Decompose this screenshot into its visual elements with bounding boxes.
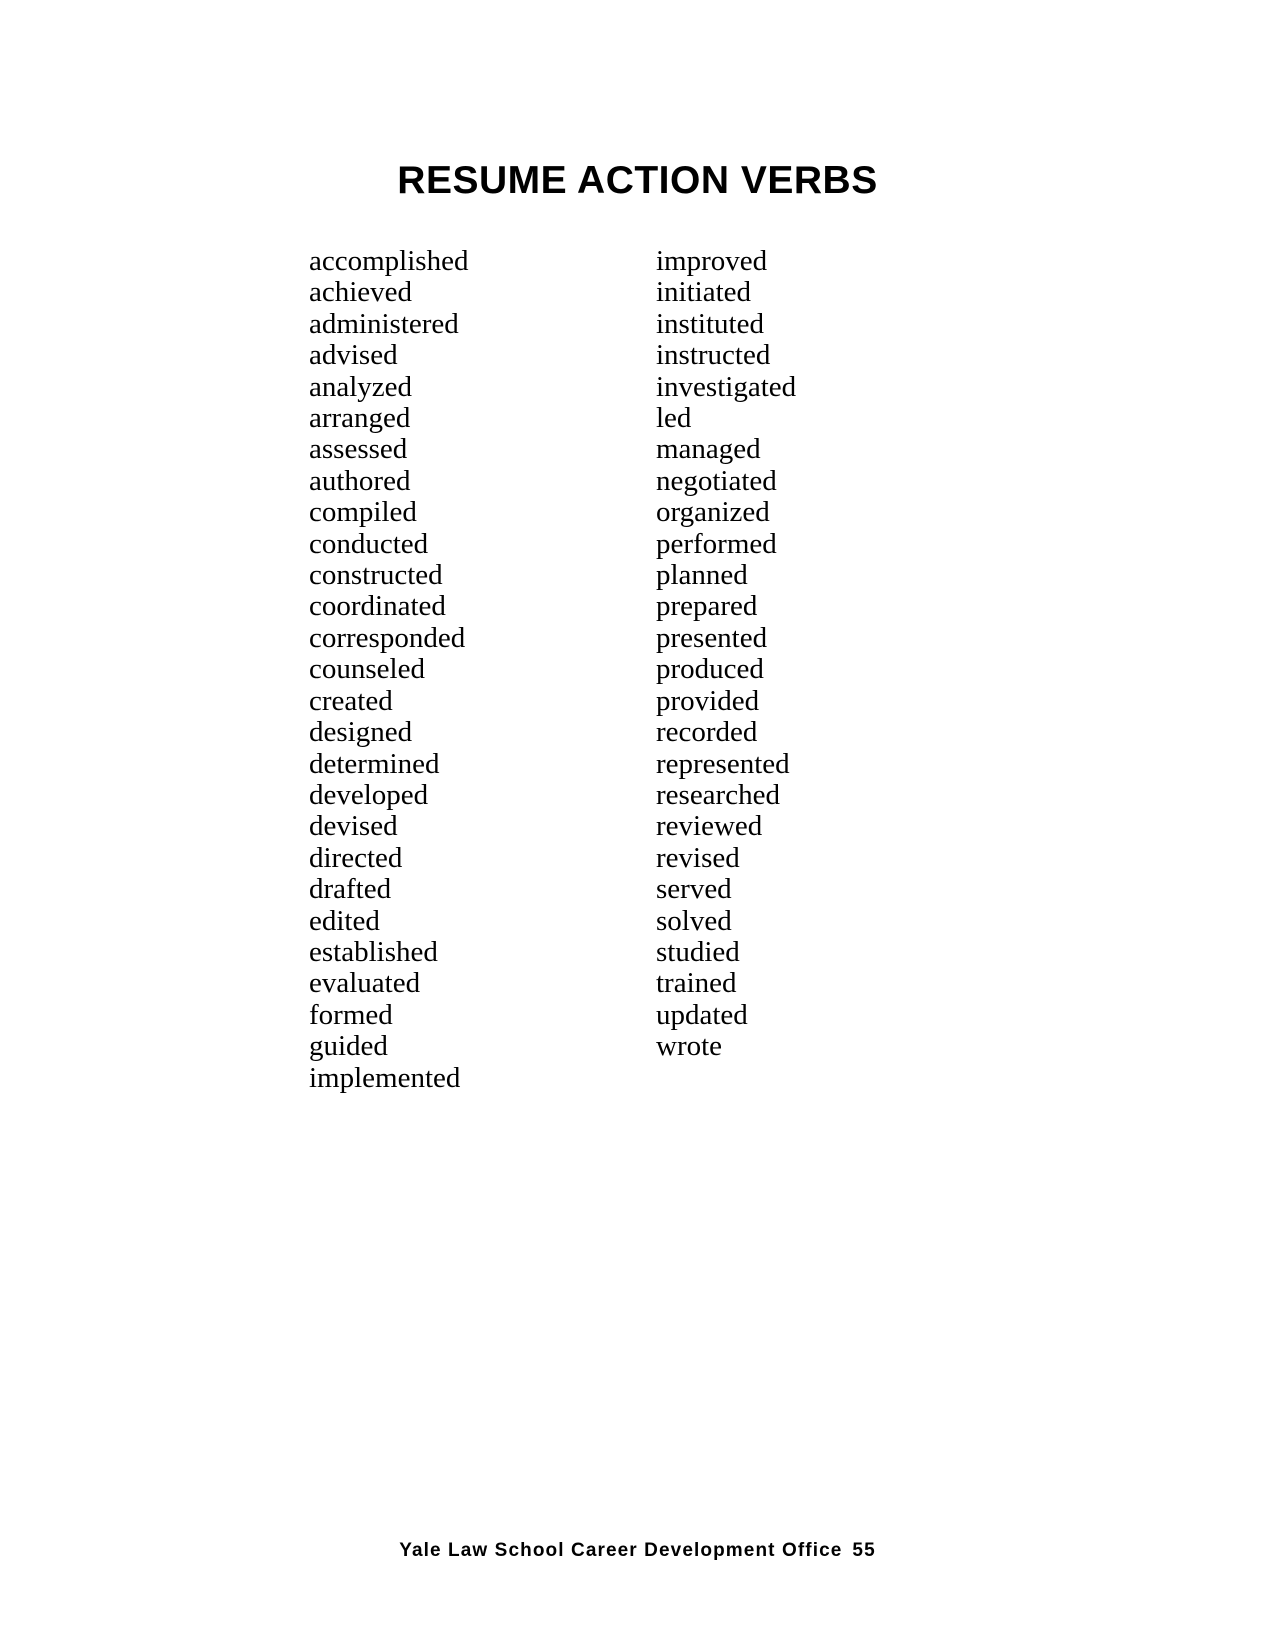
verb-item: revised [656, 841, 740, 874]
verb-item: developed [309, 778, 429, 811]
verb-item: created [309, 684, 393, 717]
verb-item: guided [309, 1030, 388, 1063]
verb-item: drafted [309, 873, 392, 906]
verb-item: compiled [309, 496, 417, 529]
verb-item: provided [656, 684, 760, 717]
verb-item: administered [309, 307, 459, 340]
verb-item: represented [656, 747, 790, 780]
verb-item: studied [656, 935, 740, 968]
footer-organization: Yale Law School Career Development Offic… [399, 1540, 843, 1561]
verb-item: presented [656, 621, 768, 654]
verbs-column-left: accomplished achieved administered advised a… [309, 245, 656, 1094]
verb-item: conducted [309, 527, 429, 560]
verb-item: reviewed [656, 810, 763, 843]
verb-item: accomplished [309, 245, 469, 277]
footer-page-number: 55 [852, 1540, 876, 1561]
verb-item: updated [656, 998, 748, 1031]
verb-item: investigated [656, 370, 797, 403]
verb-item: served [656, 873, 732, 906]
verb-item: negotiated [656, 464, 777, 497]
verb-item: evaluated [309, 967, 421, 1000]
verb-item: formed [309, 998, 393, 1031]
document-page: RESUME ACTION VERBS accomplished achieved… [0, 0, 1275, 1650]
verb-item: researched [656, 778, 780, 811]
verb-item: led [656, 402, 692, 435]
verb-item: established [309, 935, 438, 968]
verb-item: coordinated [309, 590, 446, 623]
verb-item: recorded [656, 716, 758, 749]
verb-item: prepared [656, 590, 758, 623]
verb-item: directed [309, 841, 403, 874]
page-footer: Yale Law School Career Development Offic… [0, 1540, 1275, 1562]
verb-item: improved [656, 245, 768, 277]
verb-item: devised [309, 810, 398, 843]
verb-item: planned [656, 559, 748, 592]
verb-item: counseled [309, 653, 425, 686]
verb-item: implemented [309, 1061, 461, 1094]
verb-item: trained [656, 967, 737, 1000]
verb-item: analyzed [309, 370, 413, 403]
verb-item: determined [309, 747, 440, 780]
verb-item: achieved [309, 276, 413, 309]
verb-item: organized [656, 496, 770, 529]
verb-list-container: accomplished achieved administered advised a… [309, 245, 1009, 1094]
verbs-column-right: improved initiated instituted instructed inv… [656, 245, 996, 1063]
verb-item: wrote [656, 1030, 723, 1063]
verb-item: initiated [656, 276, 752, 309]
verb-item: corresponded [309, 621, 466, 654]
verb-item: constructed [309, 559, 443, 592]
verb-item: edited [309, 904, 380, 937]
verb-item: instituted [656, 307, 764, 340]
verb-item: arranged [309, 402, 411, 435]
verb-item: solved [656, 904, 732, 937]
verb-item: managed [656, 433, 761, 466]
verb-item: designed [309, 716, 413, 749]
verb-item: advised [309, 339, 398, 372]
verb-item: produced [656, 653, 764, 686]
verb-item: authored [309, 464, 411, 497]
verb-item: instructed [656, 339, 771, 372]
verb-item: assessed [309, 433, 408, 466]
verb-item: performed [656, 527, 777, 560]
page-title: RESUME ACTION VERBS [397, 159, 878, 203]
